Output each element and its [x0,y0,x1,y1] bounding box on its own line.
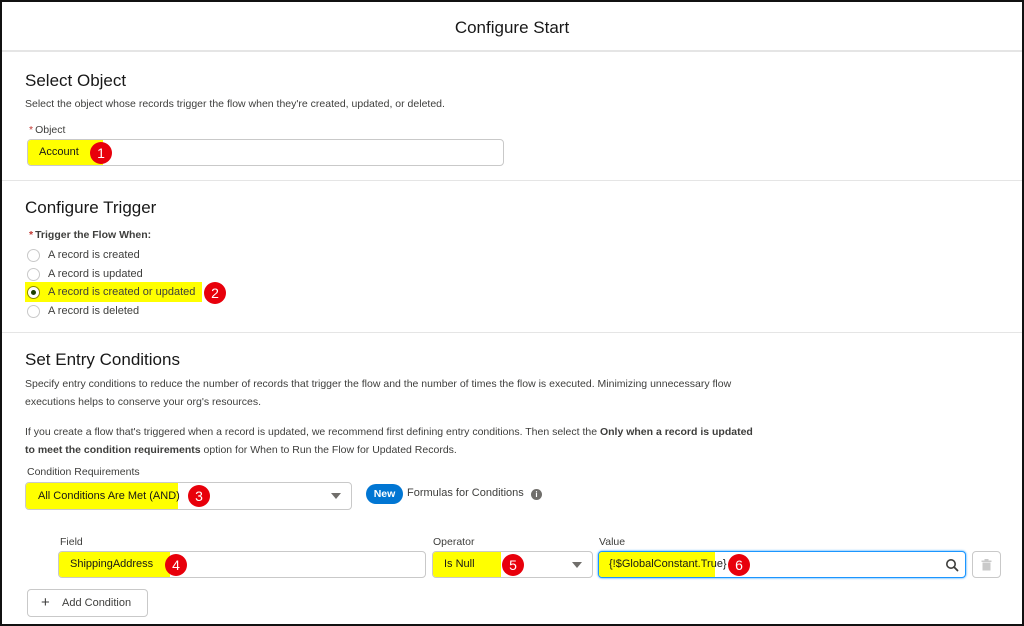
section-description: Specify entry conditions to reduce the n… [25,378,732,408]
annotation-badge: 4 [165,554,187,576]
section-note: If you create a flow that's triggered wh… [25,426,753,456]
new-badge: New [366,484,403,504]
info-icon[interactable]: i [531,489,542,500]
plus-icon: + [41,594,50,611]
radio-created-or-updated[interactable]: A record is created or updated [27,283,195,301]
radio-button[interactable] [27,304,40,318]
radio-created[interactable]: A record is created [27,246,140,264]
radio-button[interactable] [27,248,40,262]
field-label: Field [60,536,83,548]
chevron-down-icon [572,562,582,568]
formulas-label: Formulas for Conditions [407,487,524,499]
operator-label: Operator [433,536,475,548]
delete-condition-button[interactable] [972,551,1001,578]
add-condition-button[interactable]: + Add Condition [27,589,148,617]
section-title: Configure Trigger [25,198,157,217]
section-title: Select Object [25,71,127,90]
operator-value: Is Null [444,558,475,570]
annotation-badge: 3 [188,485,210,507]
trigger-label: * Trigger the Flow When: [29,229,152,241]
annotation-badge: 1 [90,142,112,164]
field-value: ShippingAddress [70,558,154,570]
radio-updated[interactable]: A record is updated [27,265,143,283]
modal-title: Configure Start [454,18,570,37]
entry-conditions-section: Set Entry Conditions Specify entry condi… [2,333,1022,626]
radio-button-selected[interactable] [27,285,40,299]
object-input[interactable]: Account 1 [27,139,504,166]
object-value: Account [39,146,79,158]
operator-select[interactable]: Is Null 5 [432,551,593,578]
required-marker: * [29,124,34,136]
configure-start-modal: Configure Start Select Object Select the… [0,0,1024,626]
required-marker: * [29,229,34,241]
radio-deleted[interactable]: A record is deleted [27,302,139,320]
condition-requirements-value: All Conditions Are Met (AND) [38,490,180,502]
add-condition-label: Add Condition [62,597,132,609]
condition-requirements-select[interactable]: All Conditions Are Met (AND) 3 [25,482,352,510]
annotation-badge: 5 [502,554,524,576]
value-value: {!$GlobalConstant.True} [609,558,727,570]
modal-header: Configure Start [2,2,1022,52]
annotation-badge: 6 [728,554,750,576]
object-label: * Object [29,124,66,136]
configure-trigger-section: Configure Trigger * Trigger the Flow When… [2,181,1022,333]
field-input[interactable]: ShippingAddress 4 [58,551,426,578]
section-title: Set Entry Conditions [25,350,180,369]
annotation-badge: 2 [204,282,226,304]
radio-button[interactable] [27,267,40,281]
select-object-section: Select Object Select the object whose re… [2,54,1022,181]
value-input[interactable]: {!$GlobalConstant.True} 6 [598,551,966,578]
trash-icon [981,559,992,571]
value-label: Value [599,536,626,548]
chevron-down-icon [331,493,341,499]
section-description: Select the object whose records trigger … [25,98,445,110]
condition-requirements-label: Condition Requirements [27,466,140,478]
search-icon[interactable] [945,558,959,572]
